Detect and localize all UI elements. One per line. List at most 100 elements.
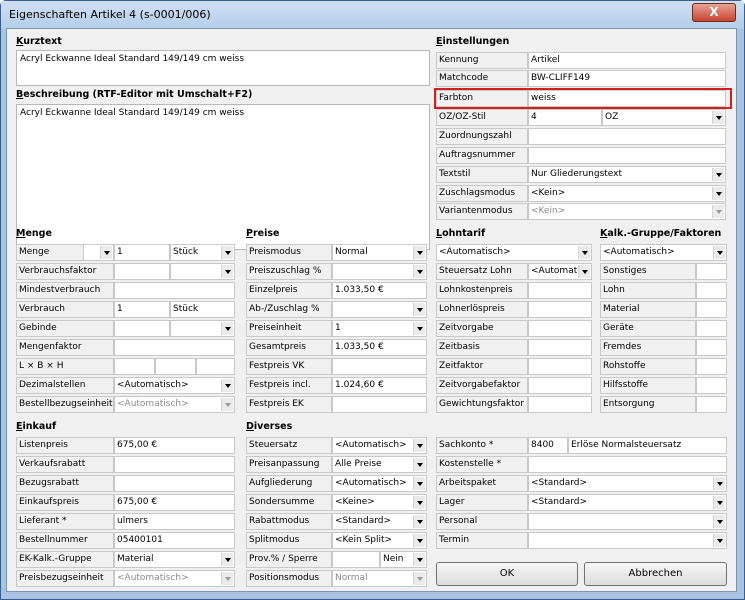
chevron-down-icon[interactable] (221, 553, 233, 566)
kalk-factor-field[interactable] (696, 263, 727, 280)
kalk-gruppe-select[interactable]: <Automatisch> (600, 244, 727, 261)
chevron-down-icon[interactable] (712, 205, 724, 218)
kalk-factor-field[interactable] (696, 377, 727, 394)
menge-unit-select[interactable]: Stück (170, 244, 235, 261)
oz-stil-select[interactable]: OZ (602, 109, 726, 126)
hoehe-field[interactable] (196, 358, 235, 375)
menge-value[interactable]: 1 (114, 244, 170, 261)
einkauf-select[interactable]: Material (114, 551, 235, 568)
diverses-select[interactable]: <Keine> (332, 494, 427, 511)
chevron-down-icon[interactable] (713, 496, 725, 509)
chevron-down-icon[interactable] (413, 572, 425, 585)
menge-select[interactable] (170, 263, 235, 280)
chevron-down-icon[interactable] (712, 111, 724, 124)
konten-select[interactable] (528, 532, 727, 549)
kalk-factor-field[interactable] (696, 358, 727, 375)
chevron-down-icon[interactable] (578, 265, 590, 278)
breite-field[interactable] (155, 358, 196, 375)
prov-field[interactable] (332, 551, 380, 568)
chevron-down-icon[interactable] (221, 265, 233, 278)
setting-select[interactable]: Nur Gliederungstext (528, 166, 726, 183)
close-button[interactable]: X (692, 3, 736, 22)
chevron-down-icon[interactable] (413, 496, 425, 509)
kalk-factor-field[interactable] (696, 396, 727, 413)
chevron-down-icon[interactable] (413, 553, 425, 566)
menge-field[interactable] (114, 320, 170, 337)
diverses-select[interactable]: <Standard> (332, 513, 427, 530)
einkauf-field[interactable] (114, 456, 235, 473)
setting-select[interactable]: <Kein> (528, 203, 726, 220)
chevron-down-icon[interactable] (413, 246, 425, 259)
menge-select[interactable] (170, 320, 235, 337)
chevron-down-icon[interactable] (413, 477, 425, 490)
laenge-field[interactable] (114, 358, 155, 375)
chevron-down-icon[interactable] (713, 534, 725, 547)
chevron-down-icon[interactable] (712, 168, 724, 181)
sachkonto-name[interactable]: Erlöse Normalsteuersatz (568, 437, 727, 454)
lohntarif-select[interactable]: <Automatisch> (436, 244, 592, 261)
konten-select[interactable] (528, 513, 727, 530)
chevron-down-icon[interactable] (100, 246, 112, 259)
kalk-factor-field[interactable] (696, 339, 727, 356)
chevron-down-icon[interactable] (221, 398, 233, 411)
preise-select[interactable] (332, 301, 427, 318)
chevron-down-icon[interactable] (713, 246, 725, 259)
chevron-down-icon[interactable] (221, 246, 233, 259)
konten-select[interactable]: <Standard> (528, 475, 727, 492)
einkauf-field[interactable]: 675,00 € (114, 494, 235, 511)
setting-field[interactable] (528, 128, 726, 145)
chevron-down-icon[interactable] (221, 322, 233, 335)
einkauf-field[interactable]: ulmers (114, 513, 235, 530)
lohntarif-field[interactable] (528, 339, 592, 356)
verbrauch-unit[interactable]: Stück (170, 301, 235, 318)
preise-field[interactable]: 1.033,50 € (332, 339, 427, 356)
chevron-down-icon[interactable] (713, 477, 725, 490)
lohntarif-field[interactable] (528, 320, 592, 337)
menge-field[interactable] (114, 339, 235, 356)
menge-select[interactable]: <Automatisch> (114, 396, 235, 413)
chevron-down-icon[interactable] (221, 379, 233, 392)
kostenstelle-field[interactable] (528, 456, 727, 473)
chevron-down-icon[interactable] (578, 246, 590, 259)
preise-field[interactable]: 1.033,50 € (332, 282, 427, 299)
setting-field[interactable]: BW-CLIFF149 (528, 70, 726, 87)
preise-field[interactable] (332, 358, 427, 375)
menge-field[interactable] (114, 263, 170, 280)
chevron-down-icon[interactable] (413, 303, 425, 316)
preise-select[interactable]: 1 (332, 320, 427, 337)
oz-field[interactable]: 4 (528, 109, 602, 126)
sachkonto-field[interactable]: 8400 (528, 437, 568, 454)
ok-button[interactable]: OK (436, 562, 578, 586)
kurztext-input[interactable]: Acryl Eckwanne Ideal Standard 149/149 cm… (16, 50, 430, 86)
menge-field[interactable] (114, 282, 235, 299)
kalk-factor-field[interactable] (696, 282, 727, 299)
chevron-down-icon[interactable] (413, 322, 425, 335)
lohntarif-field[interactable] (528, 377, 592, 394)
positionsmodus-select[interactable]: Normal (332, 570, 427, 587)
chevron-down-icon[interactable] (413, 534, 425, 547)
chevron-down-icon[interactable] (413, 458, 425, 471)
preise-field[interactable] (332, 396, 427, 413)
chevron-down-icon[interactable] (713, 515, 725, 528)
lohntarif-field[interactable] (528, 282, 592, 299)
preise-select[interactable] (332, 263, 427, 280)
einkauf-field[interactable]: 675,00 € (114, 437, 235, 454)
menge-select[interactable]: <Automatisch> (114, 377, 235, 394)
sperre-select[interactable]: Nein (380, 551, 427, 568)
diverses-select[interactable]: <Kein Split> (332, 532, 427, 549)
diverses-select[interactable]: Alle Preise (332, 456, 427, 473)
verbrauch-value[interactable]: 1 (114, 301, 170, 318)
einkauf-field[interactable]: 05400101 (114, 532, 235, 549)
chevron-down-icon[interactable] (712, 187, 724, 200)
lohntarif-field[interactable] (528, 396, 592, 413)
steuersatz-lohn-select[interactable]: <Automat (528, 263, 592, 280)
kalk-factor-field[interactable] (696, 301, 727, 318)
title-bar[interactable]: Eigenschaften Artikel 4 (s-0001/006) X (1, 1, 744, 29)
diverses-select[interactable]: <Automatisch> (332, 437, 427, 454)
chevron-down-icon[interactable] (413, 265, 425, 278)
preise-field[interactable]: 1.024,60 € (332, 377, 427, 394)
setting-select[interactable]: <Kein> (528, 185, 726, 202)
menge-mode-select[interactable] (83, 244, 114, 261)
einkauf-field[interactable] (114, 475, 235, 492)
konten-select[interactable]: <Standard> (528, 494, 727, 511)
